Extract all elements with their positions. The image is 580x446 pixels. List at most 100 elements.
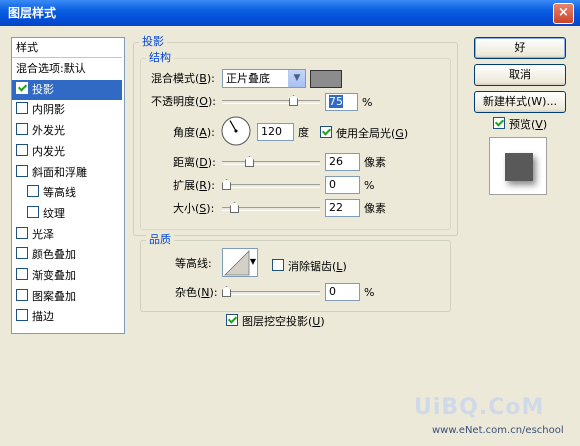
style-list-item-label: 外发光 [32,124,65,137]
new-style-button[interactable]: 新建样式(W)... [474,91,566,113]
blend-mode-select[interactable]: 正片叠底 ▼ [222,69,306,88]
distance-input[interactable]: 26 [325,153,360,171]
style-checkbox-icon[interactable] [16,289,28,301]
style-list-item[interactable]: 纹理 [12,204,122,224]
noise-label: 杂色(N): [175,286,218,299]
distance-slider[interactable] [222,155,320,169]
distance-unit: 像素 [364,156,386,169]
style-list-item[interactable]: 混合选项:默认 [12,59,122,79]
style-list-item[interactable]: 内阴影 [12,100,122,120]
watermark-url: www.eNet.com.cn/eschool [432,425,564,436]
opacity-label: 不透明度(O): [151,95,216,108]
style-list-item-label: 光泽 [32,228,54,241]
close-button[interactable]: × [553,3,574,24]
style-list-header[interactable]: 样式 [12,38,122,58]
style-checkbox-icon[interactable] [27,206,39,218]
style-list-item[interactable]: 等高线 [12,183,122,203]
title-bar[interactable]: 图层样式 × [0,0,580,26]
style-checkbox-icon[interactable] [16,123,28,135]
style-list-item-label: 投影 [32,83,54,96]
opacity-slider-thumb[interactable] [289,95,298,106]
style-list-item[interactable]: 外发光 [12,121,122,141]
preview-checkbox[interactable]: 预览(V) [493,117,547,132]
knockout-checkbox[interactable]: 图层挖空投影(U) [226,314,325,329]
contour-dropdown-icon[interactable]: ▼ [250,257,256,266]
quality-group [140,240,451,312]
noise-slider[interactable] [222,285,320,299]
ok-button[interactable]: 好 [474,37,566,59]
size-label: 大小(S): [173,202,215,215]
preview-check-icon [493,117,505,129]
distance-slider-thumb[interactable] [245,156,254,167]
style-list-item-label: 内阴影 [32,103,65,116]
spread-unit: % [364,179,375,192]
size-slider[interactable] [222,201,320,215]
style-list-item-label: 斜面和浮雕 [32,166,87,179]
blend-mode-value: 正片叠底 [226,72,270,85]
noise-input[interactable]: 0 [325,283,360,301]
style-list-item-label: 混合选项:默认 [16,62,86,75]
opacity-input[interactable]: 75 [325,93,358,111]
structure-title: 结构 [146,52,174,64]
shadow-color-swatch[interactable] [310,70,342,88]
style-checkbox-icon[interactable] [16,268,28,280]
style-checkbox-icon[interactable] [16,102,28,114]
preview-thumbnail [489,137,547,195]
blend-mode-label: 混合模式(B): [151,72,215,85]
style-list-item[interactable]: 描边 [12,307,122,327]
anti-alias-checkbox[interactable]: 消除锯齿(L) [272,259,347,274]
style-list-item-label: 等高线 [43,186,76,199]
global-light-check-icon [320,126,332,138]
opacity-slider[interactable] [222,94,320,108]
style-list-item-label: 描边 [32,310,54,323]
angle-input[interactable]: 120 [257,123,294,141]
style-list-item-label: 颜色叠加 [32,248,76,261]
style-list-item[interactable]: 渐变叠加 [12,266,122,286]
noise-unit: % [364,286,375,299]
style-list-item-label: 渐变叠加 [32,269,76,282]
watermark-logo: UiBQ.CoM [414,395,545,420]
distance-label: 距离(D): [173,156,216,169]
contour-label: 等高线: [175,257,212,270]
style-list-item[interactable]: 投影 [12,80,122,100]
style-list-item[interactable]: 光泽 [12,225,122,245]
size-slider-thumb[interactable] [230,202,239,213]
angle-dial[interactable] [220,115,252,147]
global-light-checkbox[interactable]: 使用全局光(G) [320,126,408,141]
style-list-item-label: 内发光 [32,145,65,158]
cancel-button[interactable]: 取消 [474,64,566,86]
spread-input[interactable]: 0 [325,176,360,194]
anti-alias-check-icon [272,259,284,271]
style-list-item[interactable]: 颜色叠加 [12,245,122,265]
contour-picker[interactable]: ▼ [222,248,258,277]
preview-swatch [505,153,533,181]
style-list-item[interactable]: 斜面和浮雕 [12,163,122,183]
style-checkbox-icon[interactable] [16,82,28,94]
style-checkbox-icon[interactable] [16,227,28,239]
spread-slider[interactable] [222,178,320,192]
style-checkbox-icon[interactable] [16,309,28,321]
quality-title: 品质 [146,234,174,246]
angle-unit: 度 [298,126,309,139]
style-list-item[interactable]: 内发光 [12,142,122,162]
style-checkbox-icon[interactable] [16,165,28,177]
style-list-header-label: 样式 [16,41,38,54]
size-unit: 像素 [364,202,386,215]
spread-label: 扩展(R): [173,179,215,192]
window-title: 图层样式 [8,6,57,20]
style-list-item-label: 图案叠加 [32,290,76,303]
opacity-unit: % [362,96,373,109]
style-checkbox-icon[interactable] [16,144,28,156]
knockout-check-icon [226,314,238,326]
style-list-item-label: 纹理 [43,207,65,220]
style-list-item[interactable]: 图案叠加 [12,287,122,307]
style-checkbox-icon[interactable] [16,247,28,259]
spread-slider-thumb[interactable] [222,179,231,190]
noise-slider-thumb[interactable] [222,286,231,297]
contour-linear-icon [224,250,250,276]
style-checkbox-icon[interactable] [27,185,39,197]
chevron-down-icon: ▼ [288,70,305,87]
angle-label: 角度(A): [173,126,215,139]
size-input[interactable]: 22 [325,199,360,217]
style-list: 样式 混合选项:默认投影内阴影外发光内发光斜面和浮雕等高线纹理光泽颜色叠加渐变叠… [11,37,125,334]
